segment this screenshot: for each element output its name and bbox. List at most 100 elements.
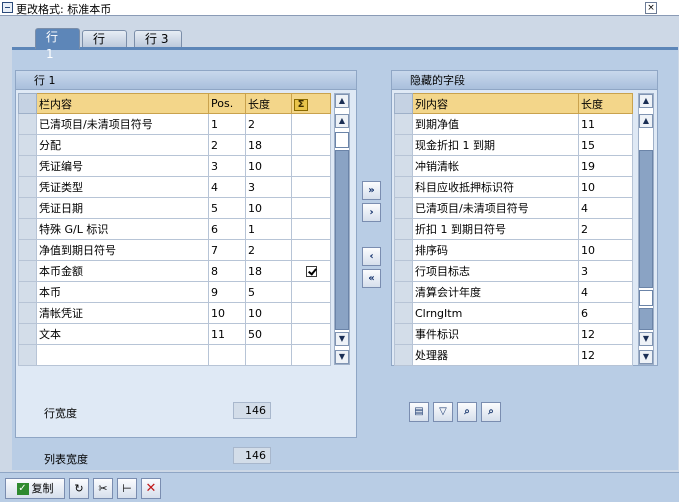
cell-content[interactable]: 本币: [36, 281, 209, 303]
cell-length[interactable]: 19: [578, 155, 633, 177]
cell-content[interactable]: 排序码: [412, 239, 579, 261]
row-selector[interactable]: [394, 344, 413, 366]
cell-length[interactable]: 12: [578, 344, 633, 366]
refresh-icon[interactable]: ↻: [69, 478, 89, 499]
cell-content[interactable]: 凭证日期: [36, 197, 209, 219]
find-next-icon[interactable]: ⌕: [481, 402, 501, 422]
cell-sum[interactable]: [291, 302, 331, 324]
scroll-up-button[interactable]: ▲: [639, 94, 653, 108]
row-selector[interactable]: [18, 113, 37, 135]
cell-content[interactable]: 折扣 1 到期日符号: [412, 218, 579, 240]
table-row[interactable]: 文本 11 50: [18, 323, 331, 345]
table-row[interactable]: 已清项目/未清项目符号 4: [394, 197, 633, 219]
close-icon[interactable]: ×: [645, 2, 657, 14]
table-row[interactable]: [18, 344, 331, 366]
cancel-icon[interactable]: ✕: [141, 478, 161, 499]
table-row[interactable]: 科目应收抵押标识符 10: [394, 176, 633, 198]
table-row[interactable]: 净值到期日符号 7 2: [18, 239, 331, 261]
column-header-length[interactable]: 长度: [578, 93, 633, 114]
cell-length[interactable]: 4: [578, 281, 633, 303]
cell-sum[interactable]: [291, 176, 331, 198]
table-row[interactable]: ClrngItm 6: [394, 302, 633, 324]
scroll-thumb[interactable]: [639, 150, 653, 288]
cell-sum[interactable]: [291, 155, 331, 177]
row-selector[interactable]: [394, 302, 413, 324]
sum-checkbox[interactable]: [305, 266, 317, 277]
cell-length[interactable]: 1: [245, 218, 292, 240]
cell-length[interactable]: 18: [245, 260, 292, 282]
scroll-down-line-icon[interactable]: ▼: [639, 332, 653, 346]
column-header-pos[interactable]: Pos.: [208, 93, 246, 114]
hidden-fields-scrollbar[interactable]: ▲ ▲ ▼ ▼: [638, 93, 654, 365]
cell-pos[interactable]: 2: [208, 134, 246, 156]
cell-length[interactable]: 10: [245, 155, 292, 177]
tab-row-1[interactable]: 行 1: [35, 28, 80, 61]
table-row[interactable]: 冲销清帐 19: [394, 155, 633, 177]
cell-content[interactable]: 凭证类型: [36, 176, 209, 198]
cell-pos[interactable]: 5: [208, 197, 246, 219]
row-selector[interactable]: [18, 239, 37, 261]
move-left-icon[interactable]: ‹: [362, 247, 381, 266]
row-selector[interactable]: [18, 197, 37, 219]
table-row[interactable]: 折扣 1 到期日符号 2: [394, 218, 633, 240]
cell-content[interactable]: 清帐凭证: [36, 302, 209, 324]
cell-content[interactable]: ClrngItm: [412, 302, 579, 324]
row-selector[interactable]: [18, 281, 37, 303]
find-icon[interactable]: ⌕: [457, 402, 477, 422]
cell-pos[interactable]: 4: [208, 176, 246, 198]
row-selector[interactable]: [394, 323, 413, 345]
cell-content[interactable]: 净值到期日符号: [36, 239, 209, 261]
tree-icon[interactable]: ⊢: [117, 478, 137, 499]
scroll-thumb-lower[interactable]: [639, 308, 653, 330]
table-row[interactable]: 排序码 10: [394, 239, 633, 261]
cell-sum[interactable]: [291, 323, 331, 345]
cell-sum[interactable]: [291, 134, 331, 156]
cell-content[interactable]: 已清项目/未清项目符号: [36, 113, 209, 135]
filter-icon[interactable]: ▽: [433, 402, 453, 422]
table-row[interactable]: 已清项目/未清项目符号 1 2: [18, 113, 331, 135]
cell-sum[interactable]: [291, 239, 331, 261]
tab-row-3[interactable]: 行 3: [134, 30, 182, 48]
scroll-up-button[interactable]: ▲: [335, 94, 349, 108]
cell-pos[interactable]: 6: [208, 218, 246, 240]
column-header-content[interactable]: 列内容: [412, 93, 579, 114]
table-row[interactable]: 处理器 12: [394, 344, 633, 366]
cell-pos[interactable]: 3: [208, 155, 246, 177]
cut-icon[interactable]: ✂: [93, 478, 113, 499]
row-selector[interactable]: [18, 155, 37, 177]
cell-sum[interactable]: [291, 197, 331, 219]
cell-length[interactable]: 3: [245, 176, 292, 198]
scroll-down-line-icon[interactable]: ▼: [335, 332, 349, 346]
cell-content[interactable]: 分配: [36, 134, 209, 156]
row-selector[interactable]: [394, 134, 413, 156]
cell-content[interactable]: 清算会计年度: [412, 281, 579, 303]
cell-sum[interactable]: [291, 281, 331, 303]
cell-content[interactable]: 现金折扣 1 到期: [412, 134, 579, 156]
cell-length[interactable]: 2: [245, 239, 292, 261]
cell-content[interactable]: 事件标识: [412, 323, 579, 345]
row-selector[interactable]: [394, 155, 413, 177]
table-row[interactable]: 清算会计年度 4: [394, 281, 633, 303]
cell-pos[interactable]: 8: [208, 260, 246, 282]
row-selector[interactable]: [394, 197, 413, 219]
cell-pos[interactable]: 11: [208, 323, 246, 345]
cell-pos[interactable]: 1: [208, 113, 246, 135]
cell-sum[interactable]: [291, 344, 331, 366]
table-row[interactable]: 凭证编号 3 10: [18, 155, 331, 177]
move-all-right-icon[interactable]: »: [362, 181, 381, 200]
cell-length[interactable]: 5: [245, 281, 292, 303]
table-row[interactable]: 本币 9 5: [18, 281, 331, 303]
cell-content[interactable]: 到期净值: [412, 113, 579, 135]
cell-content[interactable]: 特殊 G/L 标识: [36, 218, 209, 240]
row-selector[interactable]: [394, 239, 413, 261]
table-row[interactable]: 特殊 G/L 标识 6 1: [18, 218, 331, 240]
row-selector[interactable]: [394, 281, 413, 303]
cell-length[interactable]: 4: [578, 197, 633, 219]
scroll-up-line-icon[interactable]: ▲: [335, 114, 349, 128]
move-right-icon[interactable]: ›: [362, 203, 381, 222]
scroll-up-line-icon[interactable]: ▲: [639, 114, 653, 128]
cell-length[interactable]: 12: [578, 323, 633, 345]
row-1-scrollbar[interactable]: ▲ ▲ ▼ ▼: [334, 93, 350, 365]
cell-content[interactable]: 科目应收抵押标识符: [412, 176, 579, 198]
cell-length[interactable]: 10: [245, 302, 292, 324]
